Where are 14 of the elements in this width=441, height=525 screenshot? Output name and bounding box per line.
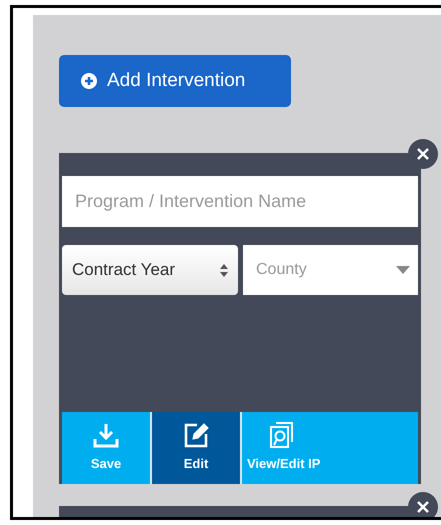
- edit-button[interactable]: Edit: [152, 412, 240, 484]
- close-icon: [416, 500, 430, 514]
- plus-circle-icon: [81, 73, 97, 89]
- document-search-icon: [268, 422, 294, 448]
- caret-icon: [396, 266, 410, 274]
- name-field[interactable]: Program / Intervention Name: [62, 176, 418, 227]
- download-icon: [93, 422, 119, 448]
- county-select[interactable]: County: [243, 245, 418, 295]
- edit-icon: [183, 422, 209, 448]
- contract-year-select[interactable]: Contract Year: [62, 245, 238, 295]
- up-down-arrows-icon: [220, 264, 228, 276]
- close-icon: [416, 147, 430, 161]
- add-intervention-button[interactable]: Add Intervention: [59, 55, 291, 107]
- close-button[interactable]: [408, 492, 438, 517]
